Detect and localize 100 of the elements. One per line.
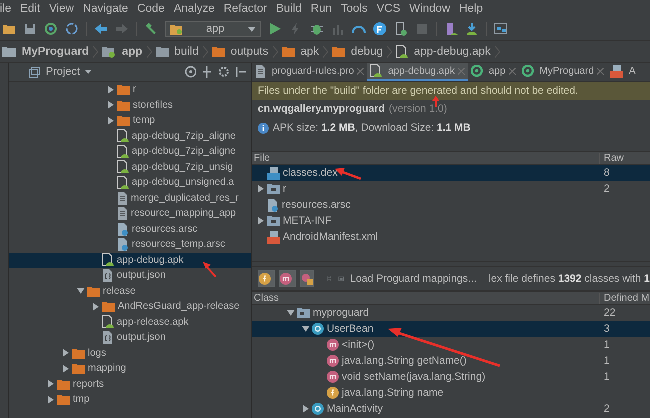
tree-row[interactable]: MainActivity 2 — [252, 401, 650, 417]
tree-row[interactable]: app-debug_unsigned.a — [9, 175, 251, 190]
menu-item[interactable]: VCS — [376, 3, 401, 15]
collapse-all-icon[interactable] — [201, 65, 213, 79]
tree-row[interactable]: resource_mapping_app — [9, 206, 251, 222]
phone-icon[interactable] — [394, 22, 408, 36]
tree-row[interactable]: resources_temp.arsc — [9, 237, 251, 252]
tree-row[interactable]: storefiles — [9, 98, 251, 113]
tree-row[interactable]: UserBean 3 — [252, 321, 650, 337]
avd-manager-icon[interactable] — [444, 22, 458, 36]
tree-row[interactable]: mapping — [9, 361, 251, 376]
run-configuration-dropdown[interactable]: app — [165, 21, 261, 37]
tree-row[interactable]: output.json — [9, 268, 251, 284]
hide-panel-icon[interactable] — [235, 65, 247, 79]
settings-icon[interactable] — [218, 65, 230, 79]
folder-icon — [212, 46, 225, 57]
show-referenced-toggle[interactable] — [300, 270, 314, 287]
apk-file-icon — [117, 144, 129, 159]
tree-row[interactable]: void setName(java.lang.String) 1 — [252, 369, 650, 385]
run-icon[interactable] — [268, 22, 282, 36]
column-header[interactable]: Raw — [599, 152, 650, 164]
collapse-arrow-icon[interactable] — [75, 286, 87, 296]
tree-row[interactable]: release — [9, 284, 251, 299]
menu-item[interactable]: Navigate — [83, 3, 128, 15]
menu-item[interactable]: Analyze — [174, 3, 215, 15]
show-fields-toggle[interactable] — [258, 270, 275, 287]
breadcrumb[interactable]: build — [156, 46, 199, 58]
collapse-arrow-icon[interactable] — [300, 324, 312, 334]
load-proguard-mappings-button[interactable]: Load Proguard mappings... — [348, 272, 485, 284]
open-folder-icon[interactable] — [2, 22, 16, 36]
file-row[interactable]: AndroidManifest.xml — [252, 229, 650, 245]
caret-icon[interactable] — [85, 70, 92, 74]
tree-row[interactable]: logs — [9, 346, 251, 361]
breadcrumb[interactable]: app-debug.apk — [396, 44, 491, 58]
breadcrumb[interactable]: outputs — [212, 46, 269, 58]
column-header[interactable]: Defined M — [599, 292, 650, 304]
tree-row[interactable]: java.lang.String name — [252, 385, 650, 401]
column-header[interactable]: File — [252, 152, 599, 164]
file-row[interactable]: r 2 — [252, 181, 650, 197]
tree-row[interactable]: app-debug.apk — [9, 252, 251, 268]
method-icon — [327, 339, 339, 351]
menu-item[interactable]: Run — [310, 3, 332, 15]
back-arrow-icon[interactable] — [94, 22, 108, 36]
tree-row[interactable]: r — [9, 82, 251, 98]
breadcrumb[interactable]: apk — [282, 46, 320, 58]
firebase-icon[interactable] — [373, 22, 387, 36]
tree-row[interactable]: merge_duplicated_res_r — [9, 190, 251, 206]
folder-icon — [267, 184, 280, 194]
menu-item[interactable]: Help — [459, 3, 484, 15]
editor-tab[interactable]: MyProguard — [518, 63, 608, 81]
column-header[interactable]: Class — [252, 292, 599, 304]
sync-icon[interactable] — [44, 22, 58, 36]
breadcrumb[interactable]: MyProguard — [2, 46, 90, 58]
collapse-arrow-icon[interactable] — [285, 308, 297, 318]
editor-tab[interactable]: proguard-rules.pro — [252, 63, 368, 81]
menu-item[interactable]: Refactor — [224, 3, 268, 15]
apk-file-icon — [396, 44, 408, 58]
file-row[interactable]: resources.arsc — [252, 197, 650, 213]
tree-row[interactable]: java.lang.String getName() 1 — [252, 353, 650, 369]
tree-row[interactable]: AndResGuard_app-release — [9, 299, 251, 314]
tree-row[interactable]: reports — [9, 376, 251, 392]
sdk-download-icon[interactable] — [465, 22, 479, 36]
editor-tab[interactable]: app-debug.apk — [367, 63, 468, 81]
tree-row[interactable]: myproguard 22 — [252, 305, 650, 321]
breadcrumb[interactable]: app — [102, 46, 143, 58]
menu-item[interactable]: ile — [0, 3, 12, 15]
menu-item[interactable]: Build — [276, 3, 302, 15]
tree-row[interactable]: app-debug_7zip_aligne — [9, 144, 251, 160]
package-icon — [297, 308, 310, 318]
editor-tab[interactable]: A — [607, 63, 639, 81]
file-row[interactable]: META-INF — [252, 213, 650, 229]
tree-row[interactable]: resources.arsc — [9, 222, 251, 237]
bug-icon[interactable] — [310, 22, 324, 36]
locate-icon[interactable] — [184, 65, 196, 79]
hammer-icon[interactable] — [144, 22, 158, 36]
menu-item[interactable]: Tools — [341, 3, 368, 15]
tree-item-label: logs — [88, 348, 106, 359]
show-methods-toggle[interactable] — [279, 270, 296, 287]
menu-item[interactable]: Window — [410, 3, 450, 15]
tree-row[interactable]: app-release.apk — [9, 314, 251, 330]
tree-row[interactable]: app-debug_7zip_aligne — [9, 128, 251, 144]
apk-file-icon — [370, 64, 382, 78]
project-structure-icon[interactable] — [494, 22, 508, 36]
tree-row[interactable]: <init>() 1 — [252, 337, 650, 353]
editor-tab[interactable]: app — [468, 63, 519, 81]
project-view-title[interactable]: Project — [46, 66, 80, 78]
file-row[interactable]: classes.dex 8 — [252, 165, 650, 181]
folder-icon — [57, 378, 70, 390]
save-icon[interactable] — [23, 22, 37, 36]
tree-row[interactable]: app-debug_7zip_unsig — [9, 160, 251, 175]
menu-item[interactable]: Edit — [20, 3, 40, 15]
tree-row[interactable]: output.json — [9, 330, 251, 346]
tree-row[interactable]: temp — [9, 113, 251, 128]
tree-row[interactable]: tmp — [9, 392, 251, 408]
refresh-icon[interactable] — [65, 22, 79, 36]
menu-item[interactable]: Code — [137, 3, 165, 15]
folder-icon — [102, 301, 115, 312]
breadcrumb[interactable]: debug — [332, 46, 384, 58]
file-name: r — [283, 183, 286, 195]
menu-item[interactable]: View — [49, 3, 74, 15]
